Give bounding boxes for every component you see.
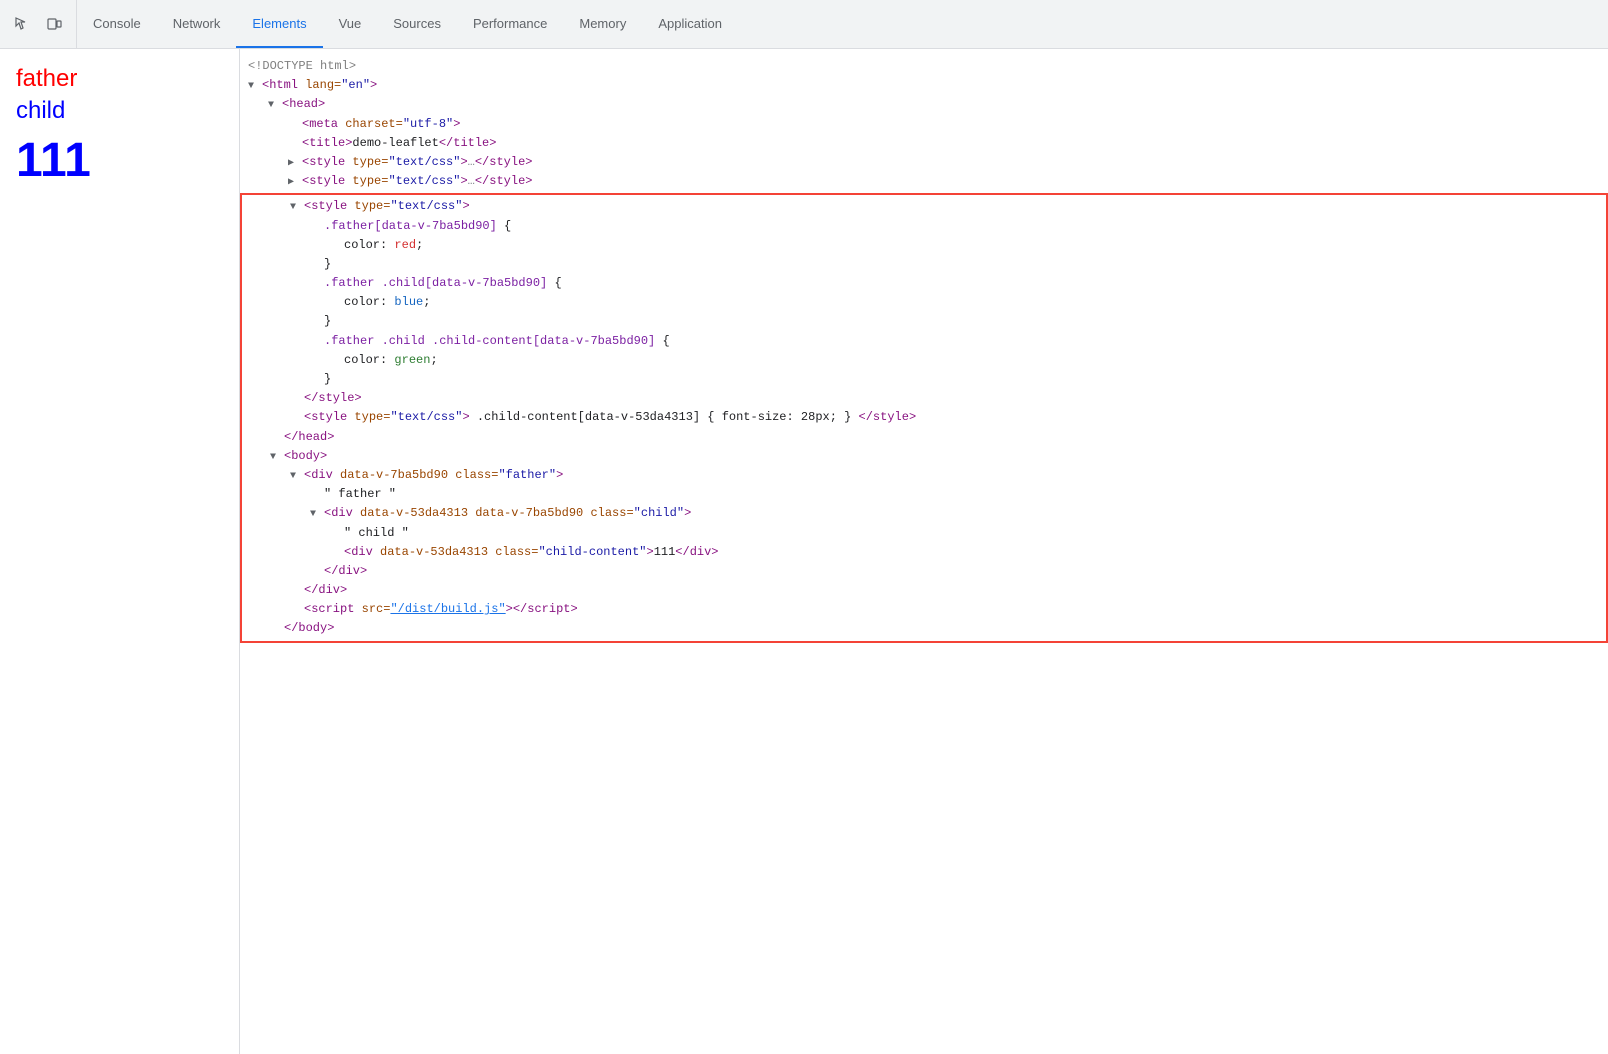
tab-memory[interactable]: Memory: [563, 0, 642, 48]
preview-number-text: 111: [16, 133, 223, 188]
toolbar-tabs: Console Network Elements Vue Sources Per…: [77, 0, 1608, 48]
body-triangle[interactable]: [270, 450, 284, 466]
meta-line: <meta charset="utf-8">: [240, 115, 1608, 134]
html-triangle[interactable]: [248, 79, 262, 95]
style3-open-line: <style type="text/css">: [242, 197, 1606, 216]
rule1-sel-line: .father[data-v-7ba5bd90] {: [242, 217, 1606, 236]
script-line: <script src="/dist/build.js"></script>: [242, 600, 1606, 619]
highlight-box: <style type="text/css"> .father[data-v-7…: [240, 193, 1608, 642]
style4-line: <style type="text/css"> .child-content[d…: [242, 408, 1606, 427]
head-open-line: <head>: [240, 95, 1608, 114]
tab-sources[interactable]: Sources: [377, 0, 457, 48]
tab-elements[interactable]: Elements: [236, 0, 322, 48]
div-father-open-line: <div data-v-7ba5bd90 class="father">: [242, 466, 1606, 485]
doctype-line: <!DOCTYPE html>: [240, 57, 1608, 76]
style3-triangle[interactable]: [290, 200, 304, 216]
tab-console[interactable]: Console: [77, 0, 157, 48]
div-father-triangle[interactable]: [290, 469, 304, 485]
html-open-line: <html lang="en">: [240, 76, 1608, 95]
html-lang-attr: lang=: [298, 76, 341, 95]
rule1-close-line: }: [242, 255, 1606, 274]
tab-performance[interactable]: Performance: [457, 0, 563, 48]
rule1-prop-line: color: red;: [242, 236, 1606, 255]
child-text-line: " child ": [242, 524, 1606, 543]
rule3-sel-line: .father .child .child-content[data-v-7ba…: [242, 332, 1606, 351]
style3-close-line: </style>: [242, 389, 1606, 408]
rule2-close-line: }: [242, 312, 1606, 331]
rule3-prop-line: color: green;: [242, 351, 1606, 370]
body-close-line: </body>: [242, 619, 1606, 638]
preview-father-text: father: [16, 65, 223, 93]
highlight-inner: <style type="text/css"> .father[data-v-7…: [242, 195, 1606, 640]
rule2-prop-line: color: blue;: [242, 293, 1606, 312]
html-tag: <html: [262, 76, 298, 95]
devtools-toolbar: Console Network Elements Vue Sources Per…: [0, 0, 1608, 49]
head-triangle[interactable]: [268, 98, 282, 114]
preview-child-text: child: [16, 97, 223, 125]
inspect-element-button[interactable]: [8, 10, 36, 38]
style1-line: <style type="text/css">…</style>: [240, 153, 1608, 172]
device-toolbar-button[interactable]: [40, 10, 68, 38]
doctype-text: <!DOCTYPE html>: [248, 57, 356, 76]
tab-application[interactable]: Application: [642, 0, 738, 48]
div-father-close-line: </div>: [242, 581, 1606, 600]
father-text-line: " father ": [242, 485, 1606, 504]
style2-triangle[interactable]: [288, 175, 302, 191]
toolbar-icons: [0, 0, 77, 48]
style1-triangle[interactable]: [288, 156, 302, 172]
rule3-close-line: }: [242, 370, 1606, 389]
body-open-line: <body>: [242, 447, 1606, 466]
tab-network[interactable]: Network: [157, 0, 237, 48]
div-content-line: <div data-v-53da4313 class="child-conten…: [242, 543, 1606, 562]
div-child-open-line: <div data-v-53da4313 data-v-7ba5bd90 cla…: [242, 504, 1606, 523]
rule2-sel-line: .father .child[data-v-7ba5bd90] {: [242, 274, 1606, 293]
div-child-close-line: </div>: [242, 562, 1606, 581]
title-line: <title>demo-leaflet</title>: [240, 134, 1608, 153]
style2-line: <style type="text/css">…</style>: [240, 172, 1608, 191]
tab-vue[interactable]: Vue: [323, 0, 378, 48]
head-close-line: </head>: [242, 428, 1606, 447]
main-area: father child 111 <!DOCTYPE html> <html l…: [0, 49, 1608, 1054]
elements-panel[interactable]: <!DOCTYPE html> <html lang="en"> <head> …: [240, 49, 1608, 1054]
div-child-triangle[interactable]: [310, 507, 324, 523]
page-preview: father child 111: [0, 49, 240, 1054]
